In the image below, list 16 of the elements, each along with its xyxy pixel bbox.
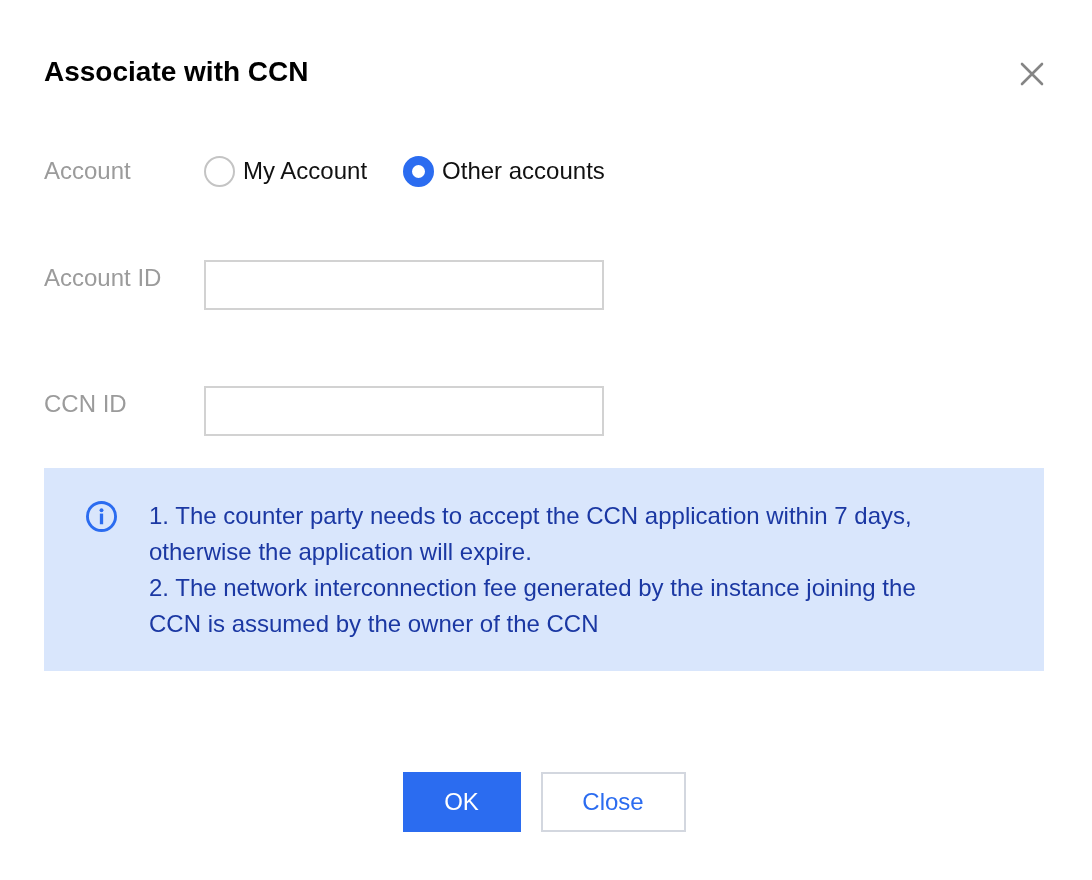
radio-unselected-icon[interactable] xyxy=(204,155,235,187)
close-button[interactable]: Close xyxy=(540,772,686,832)
text-input-field[interactable] xyxy=(204,260,604,310)
field-label: Account xyxy=(44,156,132,186)
field-label: Account ID xyxy=(44,263,163,293)
field-label: CCN ID xyxy=(44,389,128,419)
radio-selected-icon[interactable] xyxy=(403,155,435,187)
info-icon xyxy=(86,501,117,532)
ok-button[interactable]: OK xyxy=(402,772,521,832)
close-icon[interactable] xyxy=(1020,62,1044,86)
radio-option[interactable]: Other accounts xyxy=(403,155,605,187)
notice-text: 2. The network interconnection fee generated by the instance joining the CCN is assumed by the owner of the CCN xyxy=(149,573,917,639)
text-input-field[interactable] xyxy=(204,386,604,436)
dialog-title: Associate with CCN xyxy=(44,56,309,88)
radio-option[interactable]: My Account xyxy=(204,155,368,187)
notice-text: 1. The counter party needs to accept the CCN application within 7 days, otherwise the application will expire. xyxy=(149,501,913,567)
